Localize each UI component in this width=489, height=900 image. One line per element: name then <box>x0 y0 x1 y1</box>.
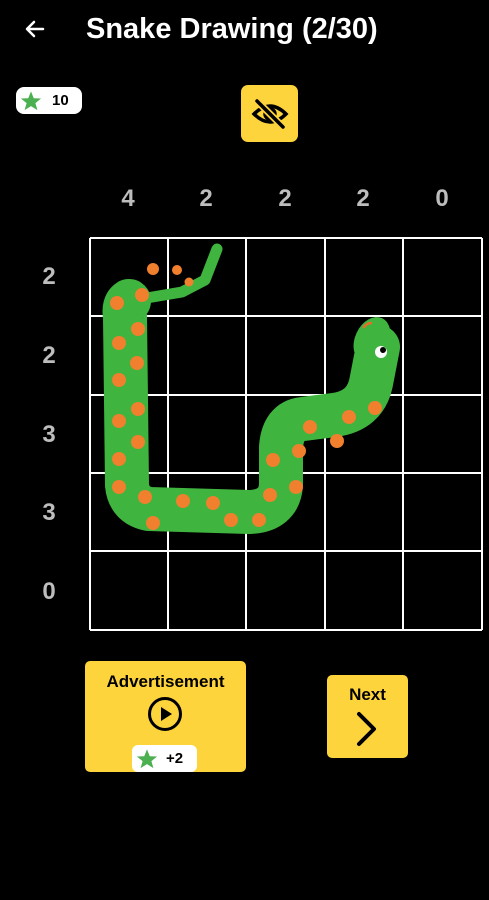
column-clue: 2 <box>199 185 213 212</box>
star-icon <box>136 748 158 768</box>
arrow-left-icon <box>25 20 45 38</box>
grid-cell[interactable] <box>324 238 402 316</box>
row-clue: 0 <box>42 578 56 605</box>
ad-reward-amount: +2 <box>166 750 184 767</box>
star-counter: 10 <box>16 87 82 114</box>
column-clue: 4 <box>121 185 135 212</box>
column-clue: 0 <box>435 185 449 212</box>
play-circle-icon <box>148 697 182 731</box>
grid-cell[interactable] <box>402 238 480 316</box>
page-title: Snake Drawing (2/30) <box>86 13 378 45</box>
next-label: Next <box>349 685 386 704</box>
back-button[interactable] <box>18 12 52 46</box>
eye-off-icon <box>251 98 288 129</box>
puzzle-board[interactable] <box>89 237 483 631</box>
advertisement-label: Advertisement <box>106 672 225 691</box>
column-clue: 2 <box>278 185 292 212</box>
row-clue: 2 <box>42 263 56 290</box>
grid-cell[interactable] <box>246 238 324 316</box>
hide-hint-button[interactable] <box>241 85 298 142</box>
next-button[interactable]: Next <box>327 675 408 758</box>
row-clue: 2 <box>42 342 56 369</box>
row-clue: 3 <box>42 421 56 448</box>
chevron-right-icon <box>357 712 376 746</box>
column-clue: 2 <box>356 185 370 212</box>
star-icon <box>20 90 42 110</box>
ad-reward-badge: +2 <box>132 745 197 772</box>
advertisement-button[interactable]: Advertisement +2 <box>85 661 246 772</box>
row-clue: 3 <box>42 499 56 526</box>
star-count: 10 <box>52 92 69 109</box>
